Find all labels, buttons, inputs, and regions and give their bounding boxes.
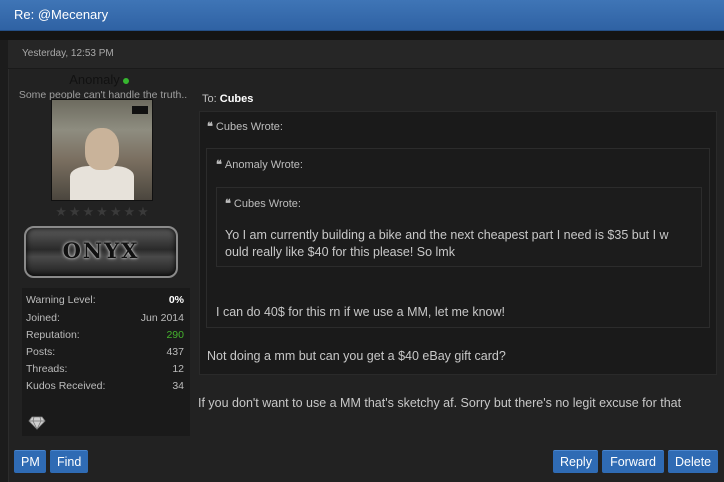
rank-badge-text: ONYX [62, 238, 140, 263]
stat-label: Posts: [26, 346, 56, 358]
avatar-figure-head [85, 128, 119, 170]
post-date: Yesterday, 12:53 PM [22, 48, 114, 59]
quote-header: ❝ Anomaly Wrote: [216, 158, 303, 171]
quote-icon: ❝ [207, 121, 213, 133]
quote-header-text: Cubes Wrote: [215, 121, 283, 133]
post-date-bar: Yesterday, 12:53 PM [8, 40, 724, 69]
quote-text: I can do 40$ for this rn if we use a MM,… [216, 305, 506, 319]
stat-label: Warning Level: [26, 294, 96, 306]
stat-label: Threads: [26, 363, 68, 375]
title-bar: Re: @Mecenary [0, 0, 724, 31]
quote-inner: ❝ Cubes Wrote: Yo I am currently building… [216, 187, 702, 267]
divider [0, 31, 724, 40]
stat-label: Joined: [26, 312, 60, 324]
stat-value[interactable]: 12 [172, 363, 184, 375]
reply-button[interactable]: Reply [553, 450, 598, 473]
recipient-name[interactable]: Cubes [220, 93, 254, 105]
avatar[interactable] [51, 99, 153, 201]
pm-button[interactable]: PM [14, 450, 46, 473]
delete-button[interactable]: Delete [668, 450, 718, 473]
user-stats: Warning Level: 0% Joined: Jun 2014 Reput… [22, 288, 190, 436]
stat-value: 34 [172, 380, 184, 392]
diamond-award-icon [28, 416, 46, 430]
quote-text: Not doing a mm but can you get a $40 eBa… [207, 349, 506, 363]
quote-text-line: ould really like $40 for this please! So… [225, 245, 455, 259]
quote-text-line: Yo I am currently building a bike and th… [225, 228, 669, 242]
stat-label: Reputation: [26, 329, 80, 341]
find-button[interactable]: Find [50, 450, 88, 473]
username-row: Anomaly [8, 72, 190, 87]
forward-button[interactable]: Forward [602, 450, 664, 473]
to-label: To: [202, 93, 217, 105]
quote-header: ❝ Cubes Wrote: [225, 197, 301, 210]
rank-stars-icon: ★★★★★★★ [55, 204, 151, 219]
stat-value: Jun 2014 [140, 312, 184, 324]
stat-value[interactable]: 0% [169, 294, 184, 306]
quote-header-text: Cubes Wrote: [233, 198, 301, 210]
quote-header: ❝ Cubes Wrote: [207, 120, 283, 133]
quote-header-text: Anomaly Wrote: [224, 159, 303, 171]
stat-value[interactable]: 437 [166, 346, 184, 358]
quote-icon: ❝ [216, 159, 222, 171]
avatar-advisory-tag [132, 106, 148, 114]
stat-label: Kudos Received: [26, 380, 106, 392]
stat-value[interactable]: 290 [166, 329, 184, 341]
avatar-figure-shirt [70, 166, 134, 200]
window-title: Re: @Mecenary [14, 7, 109, 22]
quote-icon: ❝ [225, 198, 231, 210]
username[interactable]: Anomaly [69, 72, 120, 87]
online-status-icon [122, 77, 129, 84]
recipient-line: To: Cubes [202, 93, 253, 105]
post-body: If you don't want to use a MM that's ske… [198, 396, 682, 410]
rank-badge: ONYX [24, 226, 178, 278]
